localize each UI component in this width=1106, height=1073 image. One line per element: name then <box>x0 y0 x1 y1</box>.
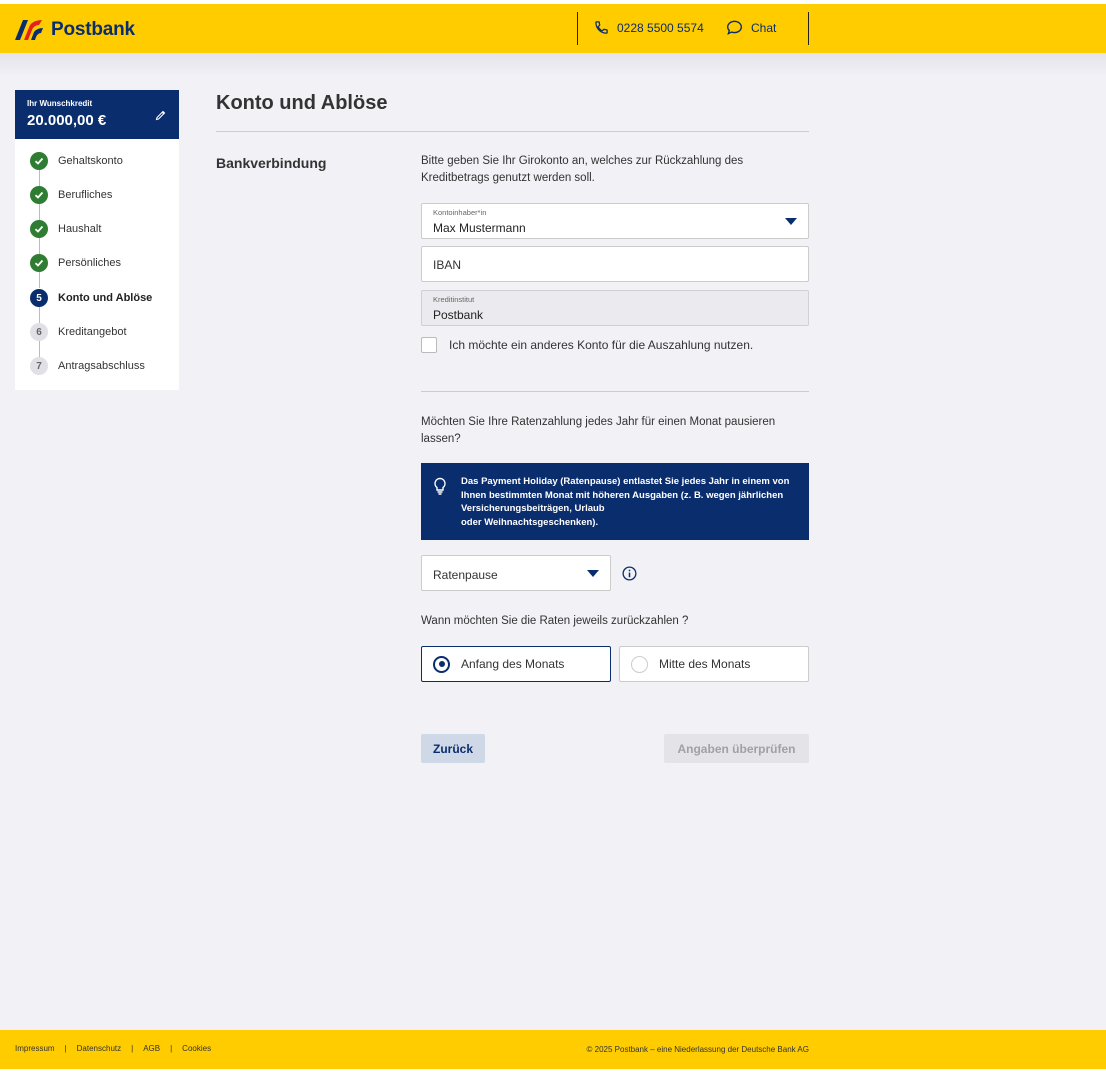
chat-label: Chat <box>751 20 777 35</box>
step-label: Persönliches <box>58 257 121 269</box>
radio-start-of-month[interactable]: Anfang des Monats <box>421 646 611 682</box>
step-number: 5 <box>30 289 48 307</box>
postbank-logo[interactable]: Postbank <box>15 19 135 41</box>
other-account-option[interactable]: Ich möchte ein anderes Konto für die Aus… <box>421 337 753 353</box>
step-label: Berufliches <box>58 189 113 201</box>
pause-month-select[interactable]: Ratenpause <box>421 555 611 591</box>
footer-links: Impressum | Datenschutz | AGB | Cookies <box>15 1044 211 1053</box>
chevron-down-icon <box>587 570 599 577</box>
amount-summary: Ihr Wunschkredit 20.000,00 € <box>15 90 179 139</box>
step-number: 6 <box>30 323 48 341</box>
pause-month-value: Ratenpause <box>433 568 498 582</box>
phone-icon <box>595 21 608 34</box>
review-button[interactable]: Angaben überprüfen <box>664 734 809 763</box>
radio-mid-of-month[interactable]: Mitte des Monats <box>619 646 809 682</box>
brand-name: Postbank <box>51 19 135 40</box>
sidebar-step-antragsabschluss: 7 Antragsabschluss <box>30 357 145 375</box>
iban-input[interactable]: IBAN <box>421 246 809 282</box>
check-icon <box>30 152 48 170</box>
footer-link-cookies[interactable]: Cookies <box>182 1044 211 1053</box>
other-account-label: Ich möchte ein anderes Konto für die Aus… <box>449 338 754 352</box>
payment-holiday-text: Das Payment Holiday (Ratenpause) entlast… <box>461 475 801 529</box>
chevron-down-icon <box>785 218 797 225</box>
info-text-line: oder Weihnachtsgeschenken). <box>461 516 599 528</box>
intro-text: Bitte geben Sie Ihr Girokonto an, welche… <box>421 155 744 184</box>
radio-mid-label: Mitte des Monats <box>659 657 751 671</box>
title-divider <box>216 131 809 132</box>
sidebar-step-konto-und-abloese[interactable]: 5 Konto und Ablöse <box>30 289 152 307</box>
check-icon <box>30 254 48 272</box>
sidebar-step-kreditangebot: 6 Kreditangebot <box>30 323 127 341</box>
step-label: Antragsabschluss <box>58 360 145 372</box>
page-title: Konto und Ablöse <box>216 92 388 114</box>
check-icon <box>30 220 48 238</box>
step-connector <box>39 170 40 186</box>
iban-placeholder: IBAN <box>433 258 462 272</box>
footer-link-agb[interactable]: AGB <box>143 1044 160 1053</box>
step-connector <box>39 204 40 220</box>
amount-value: 20.000,00 € <box>27 112 107 129</box>
bank-label: Kreditinstitut <box>433 295 475 304</box>
radio-selected-icon <box>433 655 450 673</box>
postbank-logo-icon <box>15 20 43 40</box>
step-number: 7 <box>30 357 48 375</box>
section-title: Bankverbindung <box>216 155 327 171</box>
step-connector <box>39 272 40 288</box>
step-connector <box>39 307 40 323</box>
copyright-text: © 2025 Postbank – eine Niederlassung der… <box>586 1045 809 1054</box>
phone-link[interactable]: 0228 5500 5574 <box>594 20 704 35</box>
step-connector <box>39 238 40 254</box>
sidebar-step-berufliches[interactable]: Berufliches <box>30 186 112 204</box>
step-label: Kreditangebot <box>58 326 127 338</box>
phone-number: 0228 5500 5574 <box>617 20 704 35</box>
radio-start-label: Anfang des Monats <box>461 657 565 671</box>
other-account-checkbox[interactable] <box>421 337 437 353</box>
chat-bubble-icon <box>726 20 743 35</box>
edit-amount-button[interactable] <box>155 108 167 126</box>
header-shadow <box>0 53 1106 77</box>
bank-value: Postbank <box>433 308 484 322</box>
repay-question: Wann möchten Sie die Raten jeweils zurüc… <box>421 615 689 627</box>
step-connector <box>39 341 40 357</box>
footer-separator: | <box>64 1044 67 1053</box>
info-text-line: Das Payment Holiday (Ratenpause) entlast… <box>461 476 790 514</box>
payment-holiday-info: Das Payment Holiday (Ratenpause) entlast… <box>421 463 809 540</box>
footer-separator: | <box>131 1044 134 1053</box>
info-icon[interactable] <box>622 566 637 581</box>
section-divider <box>421 391 809 392</box>
footer-separator: | <box>170 1044 173 1053</box>
sidebar-step-gehaltskonto[interactable]: Gehaltskonto <box>30 152 123 170</box>
radio-empty-icon <box>631 655 648 673</box>
pause-question: Möchten Sie Ihre Ratenzahlung jedes Jahr… <box>421 416 776 445</box>
header-bar: Postbank 0228 5500 5574 Chat <box>0 4 1106 53</box>
pencil-icon <box>155 110 166 121</box>
bank-field: Kreditinstitut Postbank <box>421 290 809 326</box>
amount-label: Ihr Wunschkredit <box>27 99 93 108</box>
footer-link-datenschutz[interactable]: Datenschutz <box>77 1044 121 1053</box>
step-label: Haushalt <box>58 223 102 235</box>
back-button[interactable]: Zurück <box>421 734 485 763</box>
account-holder-select[interactable]: Kontoinhaber*in Max Mustermann <box>421 203 809 239</box>
lightbulb-icon <box>434 477 446 495</box>
check-icon <box>30 186 48 204</box>
header-divider <box>577 12 578 45</box>
sidebar-step-persoenliches[interactable]: Persönliches <box>30 254 121 272</box>
account-holder-label: Kontoinhaber*in <box>433 208 487 217</box>
header-divider <box>808 12 809 45</box>
step-label: Konto und Ablöse <box>58 292 153 304</box>
chat-link[interactable]: Chat <box>726 20 776 35</box>
sidebar-step-haushalt[interactable]: Haushalt <box>30 220 101 238</box>
step-label: Gehaltskonto <box>58 155 123 167</box>
footer-bar: Impressum | Datenschutz | AGB | Cookies … <box>0 1030 1106 1069</box>
account-holder-value: Max Mustermann <box>433 221 526 235</box>
footer-link-impressum[interactable]: Impressum <box>15 1044 55 1053</box>
